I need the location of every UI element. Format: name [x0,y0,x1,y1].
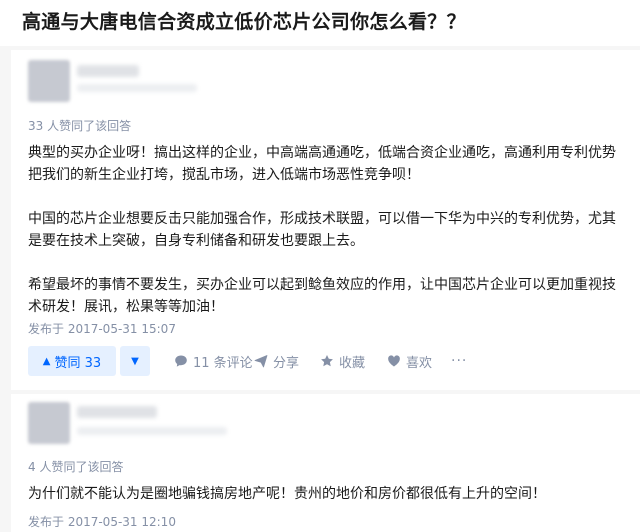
comment-button[interactable]: 11 条评论 [174,346,253,376]
ellipsis-icon: ··· [451,353,468,369]
more-button[interactable]: ··· [451,346,467,376]
triangle-down-icon: ▼ [131,355,139,367]
publish-date[interactable]: 发布于 2017-05-31 15:07 [28,320,176,337]
answer-paragraph: 典型的买办企业呀！搞出这样的企业，中高端高通通吃，低端合资企业通吃，高通利用专利… [28,145,616,183]
collect-label: 收藏 [339,355,366,371]
avatar[interactable] [28,402,70,444]
publish-date[interactable]: 发布于 2017-05-31 12:10 [28,513,176,530]
star-icon [321,355,333,367]
question-title[interactable]: 高通与大唐电信合资成立低价芯片公司你怎么看？？ [22,7,640,34]
author-bio [77,84,197,92]
vote-count-text: 4 人赞同了该回答 [28,460,124,474]
paper-plane-icon [254,355,268,368]
upvote-label: 赞同 33 [54,355,102,371]
share-label: 分享 [273,355,300,371]
author-name[interactable] [77,406,157,418]
author-name[interactable] [77,65,139,77]
answer-paragraph: 希望最坏的事情不要发生，买办企业可以起到鲶鱼效应的作用，让中国芯片企业可以更加重… [28,277,616,315]
heart-icon [388,355,400,367]
answer-card: 33 人赞同了该回答 典型的买办企业呀！搞出这样的企业，中高端高通通吃，低端合资… [11,50,640,390]
downvote-button[interactable]: ▼ [120,346,150,376]
share-button[interactable]: 分享 [254,346,299,376]
upvote-button[interactable]: ▲ 赞同 33 [28,346,116,376]
question-header: 高通与大唐电信合资成立低价芯片公司你怎么看？？ [0,0,640,46]
answer-paragraph: 为什们就不能认为是圈地骗钱搞房地产呢！贵州的地价和房价都很低有上升的空间！ [28,486,546,502]
answer-paragraph: 中国的芯片企业想要反击只能加强合作，形成技术联盟，可以借一下华为中兴的专利优势，… [28,211,616,249]
answer-card: 4 人赞同了该回答 为什们就不能认为是圈地骗钱搞房地产呢！贵州的地价和房价都很低… [11,394,640,532]
triangle-up-icon: ▲ [42,355,51,367]
vote-count-text: 33 人赞同了该回答 [28,119,132,133]
comment-label: 11 条评论 [193,355,253,371]
speech-bubble-icon [175,355,187,367]
collect-button[interactable]: 收藏 [320,346,365,376]
like-label: 喜欢 [406,355,433,371]
avatar[interactable] [28,60,70,102]
author-bio [77,427,227,435]
like-button[interactable]: 喜欢 [387,346,432,376]
